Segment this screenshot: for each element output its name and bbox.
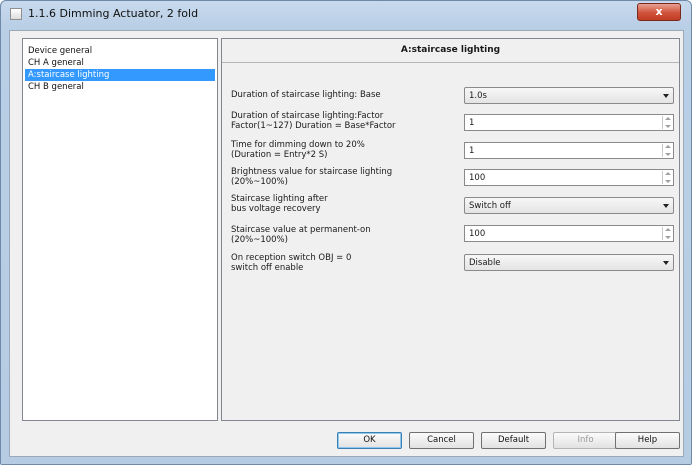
param-label-line: Staircase lighting after [231,194,328,204]
dropdown-value: Disable [469,258,501,268]
param-label-line: (20%~100%) [231,235,288,245]
duration-base-dropdown[interactable]: 1.0s [464,87,674,104]
spin-buttons[interactable] [662,171,672,184]
tree-item-device-general[interactable]: Device general [25,45,95,57]
param-label-duration-base: Duration of staircase lighting: Base [231,90,381,100]
bus-voltage-recovery-dropdown[interactable]: Switch off [464,197,674,214]
spin-up-icon[interactable] [665,172,671,175]
param-label-line: Staircase value at permanent-on [231,225,371,235]
spin-value: 1 [469,118,475,128]
spin-down-icon[interactable] [665,153,671,156]
app-window-icon [10,8,22,20]
param-label-line: bus voltage recovery [231,204,321,214]
param-label-permanent-on-value: Staircase value at permanent-on (20%~100… [231,225,371,245]
tree-item-ch-a-general[interactable]: CH A general [25,57,87,69]
parameter-panel: A:staircase lighting Duration of stairca… [221,38,680,421]
spin-value: 1 [469,146,475,156]
spin-buttons[interactable] [662,116,672,129]
panel-title: A:staircase lighting [222,39,679,63]
spin-buttons[interactable] [662,227,672,240]
spin-buttons[interactable] [662,144,672,157]
tree-item-a-staircase-lighting[interactable]: A:staircase lighting [25,69,215,81]
dropdown-value: Switch off [469,201,511,211]
close-button[interactable]: x [637,3,681,21]
spin-down-icon[interactable] [665,236,671,239]
help-button[interactable]: Help [615,432,680,449]
title-bar[interactable]: 1.1.6 Dimming Actuator, 2 fold x [1,1,691,29]
param-label-bus-voltage-recovery: Staircase lighting after bus voltage rec… [231,194,328,214]
spin-down-icon[interactable] [665,180,671,183]
param-label-switch-off-enable: On reception switch OBJ = 0 switch off e… [231,253,351,273]
dialog-window: 1.1.6 Dimming Actuator, 2 fold x Device … [0,0,692,465]
spin-value: 100 [469,173,486,183]
param-label-line: Brightness value for staircase lighting [231,167,393,177]
spin-value: 100 [469,229,486,239]
brightness-value-spinbox[interactable]: 100 [464,169,674,186]
param-label-line: switch off enable [231,263,304,273]
parameter-tree: Device general CH A general A:staircase … [22,38,218,421]
chevron-down-icon [663,261,669,265]
duration-factor-spinbox[interactable]: 1 [464,114,674,131]
info-button[interactable]: Info [553,432,618,449]
ok-button[interactable]: OK [337,432,402,449]
window-title: 1.1.6 Dimming Actuator, 2 fold [28,7,199,20]
permanent-on-value-spinbox[interactable]: 100 [464,225,674,242]
param-label-line: Duration of staircase lighting:Factor [231,111,384,121]
param-label-brightness-value: Brightness value for staircase lighting … [231,167,392,187]
tree-item-ch-b-general[interactable]: CH B general [25,81,87,93]
dimming-down-time-spinbox[interactable]: 1 [464,142,674,159]
param-label-duration-factor: Duration of staircase lighting:Factor Fa… [231,111,396,131]
param-label-line: Duration of staircase lighting: Base [231,90,381,100]
chevron-down-icon [663,94,669,98]
param-label-line: (20%~100%) [231,177,288,187]
spin-up-icon[interactable] [665,228,671,231]
param-label-dimming-down-time: Time for dimming down to 20% (Duration =… [231,140,365,160]
switch-off-enable-dropdown[interactable]: Disable [464,254,674,271]
dropdown-value: 1.0s [469,91,487,101]
spin-up-icon[interactable] [665,145,671,148]
chevron-down-icon [663,204,669,208]
dialog-client-area: Device general CH A general A:staircase … [9,30,684,457]
spin-up-icon[interactable] [665,117,671,120]
param-label-line: Factor(1~127) Duration = Base*Factor [231,121,396,131]
default-button[interactable]: Default [481,432,546,449]
param-label-line: On reception switch OBJ = 0 [231,253,352,263]
spin-down-icon[interactable] [665,125,671,128]
param-label-line: Time for dimming down to 20% [231,140,365,150]
cancel-button[interactable]: Cancel [409,432,474,449]
param-label-line: (Duration = Entry*2 S) [231,150,328,160]
